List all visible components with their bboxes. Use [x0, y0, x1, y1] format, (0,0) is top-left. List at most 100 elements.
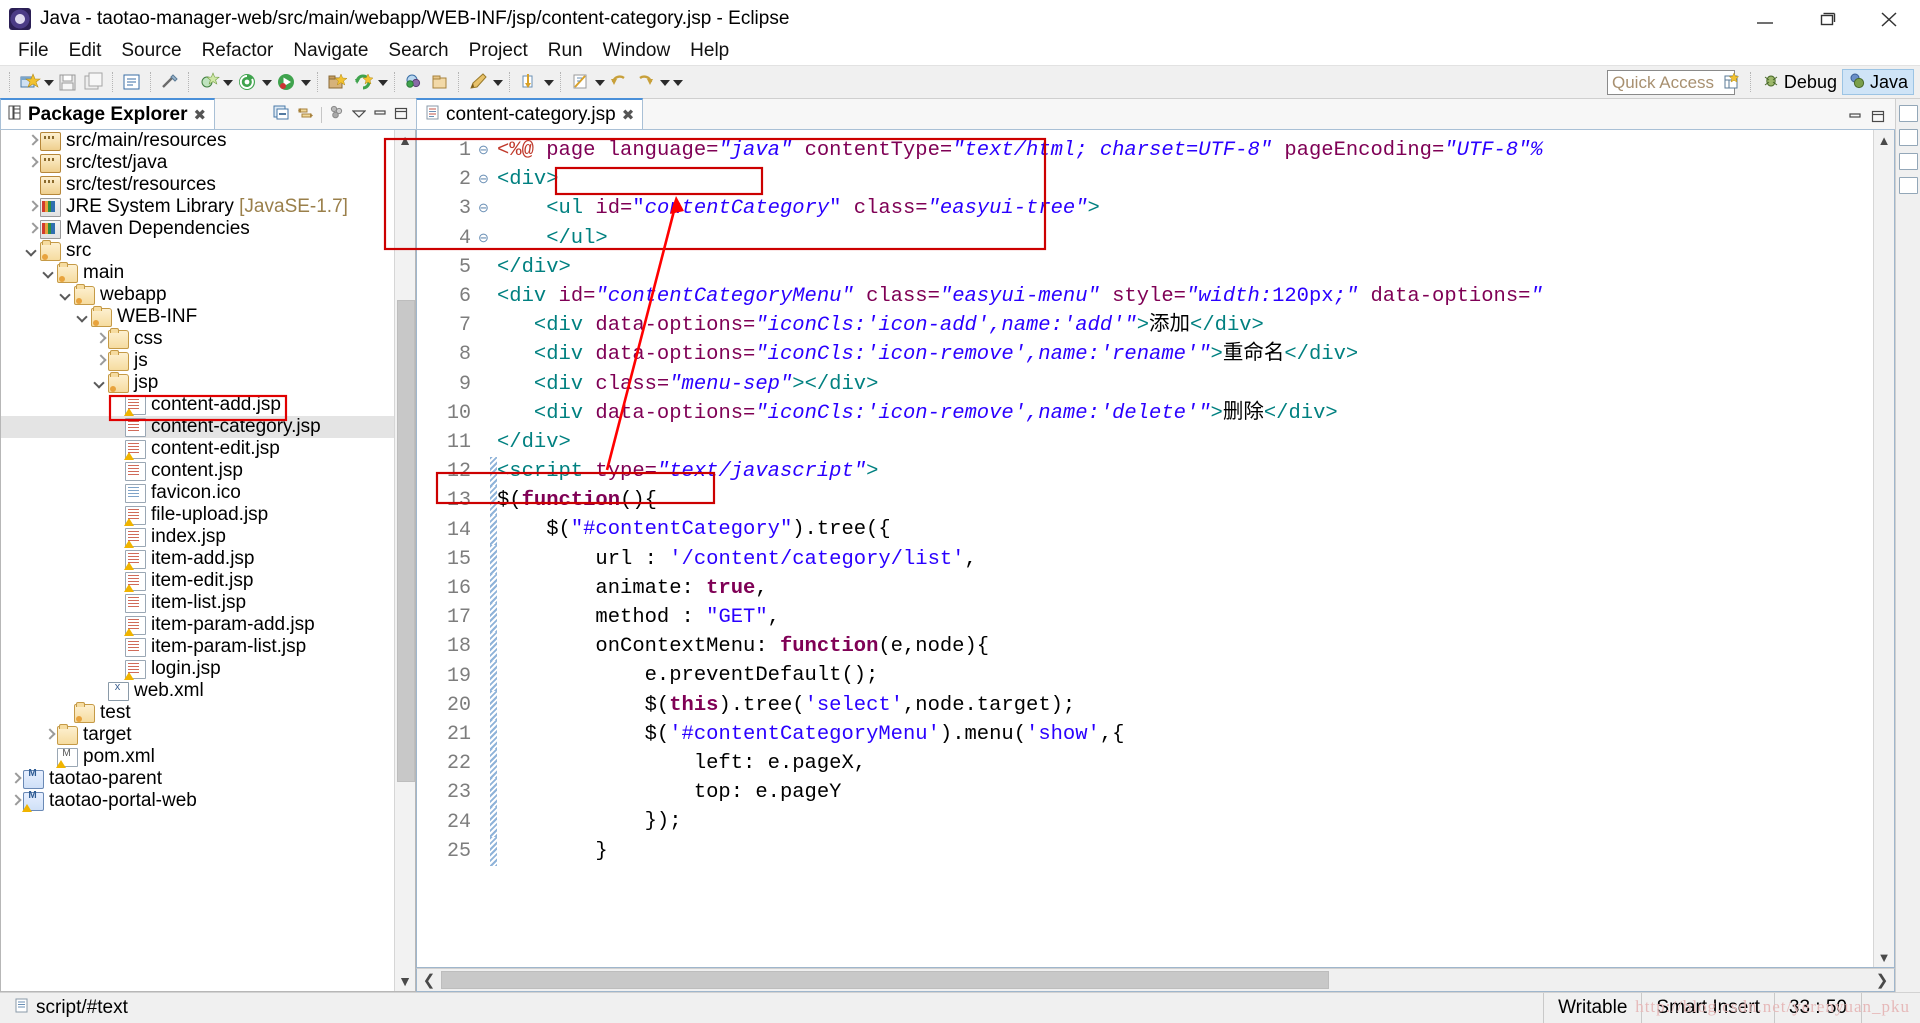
perspective-debug[interactable]: Debug: [1757, 70, 1842, 94]
code-line[interactable]: <ul id="contentCategory" class="easyui-t…: [497, 194, 1894, 223]
code-line[interactable]: left: e.pageX,: [497, 749, 1894, 778]
tree-item-maven-dependencies[interactable]: Maven Dependencies: [1, 218, 415, 240]
code-line[interactable]: });: [497, 807, 1894, 836]
close-button[interactable]: [1858, 0, 1920, 37]
chevron-down-icon[interactable]: [75, 309, 91, 325]
tree-item-js[interactable]: js: [1, 349, 415, 372]
debug-dropdown[interactable]: [260, 71, 273, 93]
maximize-button[interactable]: [1796, 0, 1858, 37]
save-all-icon[interactable]: [82, 70, 106, 94]
tree-item-item-list-jsp[interactable]: item-list.jsp: [1, 592, 415, 614]
scrollbar-thumb[interactable]: [441, 971, 1329, 989]
maximize-editor-icon[interactable]: [1871, 107, 1885, 129]
scroll-down-icon[interactable]: ▼: [395, 971, 415, 991]
next-edit-location-icon[interactable]: [568, 70, 592, 94]
code-line[interactable]: top: e.pageY: [497, 778, 1894, 807]
scroll-down-icon[interactable]: ▼: [1874, 947, 1894, 967]
code-line[interactable]: animate: true,: [497, 574, 1894, 603]
code-line[interactable]: <script type="text/javascript">: [497, 457, 1894, 486]
run-external-tools-icon[interactable]: [325, 70, 349, 94]
code-line[interactable]: $('#contentCategoryMenu').menu('show',{: [497, 720, 1894, 749]
search-icon[interactable]: [402, 70, 426, 94]
tree-item-item-param-add-jsp[interactable]: item-param-add.jsp: [1, 614, 415, 636]
open-perspective-icon[interactable]: [1720, 70, 1744, 94]
scroll-right-icon[interactable]: ❯: [1870, 971, 1894, 989]
code-line[interactable]: <div>: [497, 165, 1894, 194]
scroll-left-icon[interactable]: ❮: [417, 971, 441, 989]
tree-item-target[interactable]: target: [1, 723, 415, 746]
code-line[interactable]: <div class="menu-sep"></div>: [497, 370, 1894, 399]
menu-navigate[interactable]: Navigate: [283, 38, 378, 64]
source-text[interactable]: <%@ page language="java" contentType="te…: [497, 130, 1894, 967]
next-edit-dropdown[interactable]: [593, 71, 606, 93]
forward-dropdown[interactable]: [671, 71, 684, 93]
quick-access-input[interactable]: Quick Access: [1607, 70, 1735, 95]
git-refresh-dropdown[interactable]: [376, 71, 389, 93]
tree-item-item-add-jsp[interactable]: item-add.jsp: [1, 548, 415, 570]
tree-item-file-upload-jsp[interactable]: file-upload.jsp: [1, 504, 415, 526]
menu-project[interactable]: Project: [459, 38, 538, 64]
tree-item-src[interactable]: src: [1, 239, 415, 262]
chevron-right-icon[interactable]: [24, 155, 40, 171]
servers-view-icon[interactable]: [1898, 153, 1918, 170]
chevron-right-icon[interactable]: [92, 353, 108, 369]
code-line[interactable]: </div>: [497, 428, 1894, 457]
tree-item-webapp[interactable]: webapp: [1, 283, 415, 306]
open-type-icon[interactable]: [428, 70, 452, 94]
code-line[interactable]: </div>: [497, 253, 1894, 282]
run-dropdown[interactable]: [299, 71, 312, 93]
chevron-right-icon[interactable]: [24, 221, 40, 237]
code-editor[interactable]: 1 2 3 4 5 6 7 8 9 10 11 12 13 14 15 16 17 18 19 20 21 22 23 24 2…: [416, 130, 1895, 968]
code-line[interactable]: <div data-options="iconCls:'icon-add',na…: [497, 311, 1894, 340]
tree-item-item-param-list-jsp[interactable]: item-param-list.jsp: [1, 636, 415, 658]
code-line[interactable]: }: [497, 837, 1894, 866]
tree-item-main[interactable]: main: [1, 261, 415, 284]
tab-content-category-jsp[interactable]: content-category.jsp ✖: [416, 98, 644, 129]
tree-item-css[interactable]: css: [1, 327, 415, 350]
tree-item-login-jsp[interactable]: login.jsp: [1, 658, 415, 680]
marker-dropdown[interactable]: [491, 71, 504, 93]
folding-ruler[interactable]: ⊖ ⊖ ⊖ ⊖: [477, 130, 490, 967]
fold-toggle-icon[interactable]: ⊖: [477, 136, 490, 165]
tree-vertical-scrollbar[interactable]: ▲ ▼: [394, 130, 415, 991]
editor-horizontal-scrollbar[interactable]: ❮ ❯: [416, 968, 1895, 992]
forward-icon[interactable]: [633, 70, 657, 94]
code-line[interactable]: $(function(){: [497, 486, 1894, 515]
link-with-editor-icon[interactable]: [297, 104, 314, 126]
chevron-down-icon[interactable]: [41, 265, 57, 281]
chevron-right-icon[interactable]: [7, 793, 23, 809]
new-wizard-icon[interactable]: [17, 70, 41, 94]
tree-item-jre-system-library[interactable]: JRE System Library [JavaSE-1.7]: [1, 196, 415, 218]
tree-item-content-category-jsp[interactable]: content-category.jsp: [1, 416, 415, 438]
chevron-right-icon[interactable]: [24, 199, 40, 215]
code-line[interactable]: onContextMenu: function(e,node){: [497, 632, 1894, 661]
tree-item-taotao-portal-web[interactable]: taotao-portal-web: [1, 790, 415, 812]
chevron-right-icon[interactable]: [92, 331, 108, 347]
tree-item-web-xml[interactable]: web.xml: [1, 680, 415, 702]
new-java-class-dropdown[interactable]: [221, 71, 234, 93]
chevron-down-icon[interactable]: [58, 287, 74, 303]
code-line[interactable]: $(this).tree('select',node.target);: [497, 691, 1894, 720]
menu-search[interactable]: Search: [378, 38, 458, 64]
editor-vertical-scrollbar[interactable]: ▲ ▼: [1873, 130, 1894, 967]
run-icon[interactable]: [274, 70, 298, 94]
git-refresh-icon[interactable]: [351, 70, 375, 94]
print-icon[interactable]: [120, 70, 144, 94]
previous-annotation-dropdown[interactable]: [542, 71, 555, 93]
tree-item-taotao-parent[interactable]: taotao-parent: [1, 768, 415, 790]
new-wizard-dropdown[interactable]: [42, 71, 55, 93]
code-line[interactable]: <%@ page language="java" contentType="te…: [497, 136, 1894, 165]
chevron-down-icon[interactable]: [92, 375, 108, 391]
collapse-all-icon[interactable]: [273, 104, 290, 126]
code-line[interactable]: $("#contentCategory").tree({: [497, 515, 1894, 544]
menu-refactor[interactable]: Refactor: [192, 38, 284, 64]
menu-edit[interactable]: Edit: [59, 38, 112, 64]
maximize-view-icon[interactable]: [394, 104, 408, 126]
chevron-down-icon[interactable]: [24, 243, 40, 259]
perspective-java[interactable]: Java: [1841, 69, 1914, 95]
tab-package-explorer[interactable]: Package Explorer ✖: [0, 98, 216, 129]
fold-toggle-icon[interactable]: ⊖: [477, 224, 490, 253]
chevron-down-icon[interactable]: [351, 104, 367, 126]
code-line[interactable]: method : "GET",: [497, 603, 1894, 632]
new-java-class-icon[interactable]: [196, 70, 220, 94]
